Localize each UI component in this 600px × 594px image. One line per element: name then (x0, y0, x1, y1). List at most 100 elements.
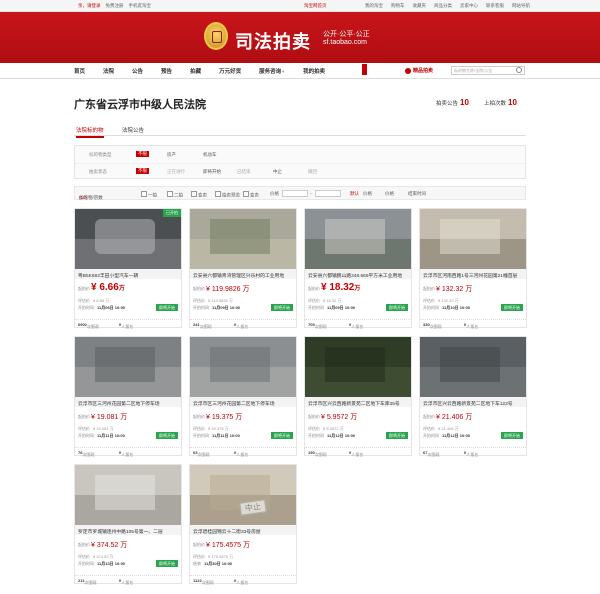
filter-status-all[interactable]: 不限 (136, 168, 149, 174)
customer-service-link[interactable]: 联系客服 (486, 3, 504, 9)
filter-type-house[interactable]: 房产 (167, 152, 176, 158)
auction-card-10[interactable]: 中止 云浮碧桂园锦云十二街33号房屋 起拍价 ¥ 175.4575 万 评估价 ¥… (189, 464, 297, 585)
nav-item-bargains[interactable]: 万元好货 (219, 67, 241, 75)
item-title[interactable]: 云浮市区三河州花园第二区地下停车场 (75, 397, 181, 407)
upcoming-button[interactable]: 即将开始 (386, 304, 408, 311)
nav-item-courts[interactable]: 法院 (103, 67, 114, 75)
nav-item-collection[interactable]: 拍藏 (190, 67, 201, 75)
auction-card-4[interactable]: 云浮市区河南西路1号三河州花园第21幢首层 起拍价 ¥ 132.32 万 评估价… (419, 208, 527, 329)
auction-card-8[interactable]: 云浮市区兴云西路新景苑二区地下车122号 起拍价 ¥ 21.406 万 评估价 ¥… (419, 336, 527, 457)
register-link[interactable]: 免费注册 (106, 3, 124, 9)
start-price: ¥ 175.4575 万 (206, 542, 250, 549)
upcoming-button[interactable]: 即将开始 (501, 304, 523, 311)
eval-price-label: 评估价 (78, 554, 90, 559)
nav-item-service[interactable]: 服务咨询▼ (259, 67, 285, 75)
auction-card-9[interactable]: 罗定市罗城镇连州中路105号第一、二层 起拍价 ¥ 374.52 万 评估价 ¥ … (74, 464, 182, 585)
auction-card-2[interactable]: 云安县六都镇青湾管理区兴乐村的工业用地 起拍价 ¥ 119.9826 万 评估价… (189, 208, 297, 329)
tab-court-notices[interactable]: 法院公告 (122, 126, 144, 134)
view-count-label: 次围观 (429, 324, 442, 329)
item-photo[interactable] (75, 465, 181, 525)
brand-title[interactable]: 司法拍卖 (235, 28, 311, 54)
sort-default[interactable]: 默认 (350, 191, 359, 197)
eval-price-value: ¥ 19.081 万 (93, 426, 114, 431)
view-count: 330 次围观 (423, 322, 442, 329)
auction-card-1[interactable]: 已开拍 粤B5K682丰田小型汽车一辆 起拍价 ¥ 6.66万 评估价 ¥ 6.6… (74, 208, 182, 329)
item-title[interactable]: 云浮市区河南西路1号三河州花园第21幢首层 (420, 269, 526, 279)
auction-card-7[interactable]: 云浮市区兴云西路新景苑二区地下车库35号 起拍价 ¥ 5.9572 万 评估价 ¥… (304, 336, 412, 457)
item-photo[interactable] (75, 337, 181, 397)
sort-price-asc[interactable]: 价格 (363, 191, 372, 197)
item-title[interactable]: 粤B5K682丰田小型汽车一辆 (75, 269, 181, 279)
upcoming-button[interactable]: 即将开始 (271, 304, 293, 311)
nav-item-home[interactable]: 首页 (74, 67, 85, 75)
item-photo[interactable] (420, 209, 526, 269)
item-photo[interactable] (190, 337, 296, 397)
mobile-link[interactable]: 手机逛淘宝 (129, 3, 152, 9)
check-preview[interactable]: 拍卖预览 (215, 191, 240, 199)
upcoming-button[interactable]: 即将开始 (156, 560, 178, 567)
sort-price-desc[interactable]: 价格 (385, 191, 394, 197)
eval-price-label: 评估价 (423, 426, 435, 431)
auction-card-5[interactable]: 云浮市区三河州花园第二区地下停车场 起拍价 ¥ 19.081 万 评估价 ¥ 19… (74, 336, 182, 457)
item-photo[interactable]: 已开拍 (75, 209, 181, 269)
nav-item-notices[interactable]: 公告 (132, 67, 143, 75)
nav-item-my-auctions[interactable]: 我的拍卖 (303, 67, 325, 75)
check-second-auction[interactable]: 二拍 (167, 191, 183, 199)
filter-status-label: 拍卖状态 (89, 169, 107, 174)
category-link[interactable]: 商品分类 (434, 3, 452, 9)
login-link[interactable]: 亲，请登录 (78, 3, 101, 9)
item-title[interactable]: 云安县六都镇青湾管理区兴乐村的工业用地 (190, 269, 296, 279)
item-photo[interactable] (305, 209, 411, 269)
upcoming-button[interactable]: 即将开始 (156, 304, 178, 311)
upcoming-button[interactable]: 即将开始 (156, 432, 178, 439)
item-photo[interactable] (190, 209, 296, 269)
filter-status-ongoing[interactable]: 正在进行 (167, 169, 185, 175)
tab-court-items[interactable]: 法院标的物 (76, 126, 104, 138)
my-taobao-link[interactable]: 我的淘宝 (365, 3, 383, 9)
item-title[interactable]: 罗定市罗城镇连州中路105号第一、二层 (75, 525, 181, 535)
premium-auction-link[interactable]: 精品拍卖 (405, 67, 433, 74)
site-nav-link[interactable]: 网站导航 (512, 3, 530, 9)
taobao-home-link[interactable]: 淘宝网首页 (304, 3, 327, 9)
search-input[interactable]: 标的物名称/法院/公告 (451, 66, 525, 75)
brand-domain: sf.taobao.com (323, 39, 367, 46)
upcoming-button[interactable]: 即将开始 (501, 432, 523, 439)
item-title[interactable]: 云浮碧桂园锦云十二街33号房屋 (190, 525, 296, 535)
filter-type-vehicle[interactable]: 机动车 (203, 152, 217, 158)
page-title: 广东省云浮市中级人民法院 (74, 99, 206, 111)
filter-type-all[interactable]: 不限 (136, 151, 149, 157)
notice-count: 拍卖公告 10 (436, 98, 469, 107)
auction-card-3[interactable]: 云安县六都镇鹏山路348.665平方米工业用地 起拍价 ¥ 18.32万 评估价… (304, 208, 412, 329)
filter-status-suspended[interactable]: 中止 (273, 169, 282, 175)
view-count-label: 次围观 (427, 452, 440, 457)
item-title[interactable]: 云安县六都镇鹏山路348.665平方米工业用地 (305, 269, 411, 279)
search-icon[interactable] (515, 67, 523, 74)
sort-end-time[interactable]: 结束时间 (408, 191, 426, 197)
filter-status-withdrawn[interactable]: 撤回 (308, 169, 317, 175)
filter-row-status: 拍卖状态 不限 正在进行 即将开始 已结束 中止 撤回 (75, 163, 525, 179)
nav-item-preview[interactable]: 预告 (161, 67, 172, 75)
check-sale-2[interactable]: 变卖 (243, 191, 259, 199)
start-price: ¥ 119.9826 万 (206, 286, 250, 293)
filter-panel: 标的物类型 不限 房产 机动车 拍卖状态 不限 正在进行 即将开始 已结束 中止… (74, 145, 526, 179)
seller-center-link[interactable]: 卖家中心 (460, 3, 478, 9)
filter-status-ended[interactable]: 已结束 (237, 169, 251, 175)
check-first-auction[interactable]: 一拍 (141, 191, 157, 199)
item-title[interactable]: 云浮市区兴云西路新景苑二区地下车122号 (420, 397, 526, 407)
check-sale[interactable]: 变卖 (191, 191, 207, 199)
item-photo[interactable] (305, 337, 411, 397)
upcoming-button[interactable]: 即将开始 (271, 432, 293, 439)
item-photo[interactable]: 中止 (190, 465, 296, 525)
favorites-link[interactable]: 收藏夹 (413, 3, 427, 9)
cart-link[interactable]: 购物车 (391, 3, 405, 9)
item-photo[interactable] (420, 337, 526, 397)
auction-card-6[interactable]: 云浮市区三河州花园第二区地下停车场 起拍价 ¥ 19.375 万 评估价 ¥ 19… (189, 336, 297, 457)
filter-status-upcoming[interactable]: 即将开始 (203, 169, 221, 175)
upcoming-button[interactable]: 即将开始 (386, 432, 408, 439)
start-price-unit: 万 (354, 286, 361, 292)
price-max-input[interactable] (315, 190, 341, 197)
item-title[interactable]: 云浮市区兴云西路新景苑二区地下车库35号 (305, 397, 411, 407)
item-title[interactable]: 云浮市区三河州花园第二区地下停车场 (190, 397, 296, 407)
price-min-input[interactable] (282, 190, 308, 197)
auction-times-label: 上拍次数 (484, 101, 507, 107)
